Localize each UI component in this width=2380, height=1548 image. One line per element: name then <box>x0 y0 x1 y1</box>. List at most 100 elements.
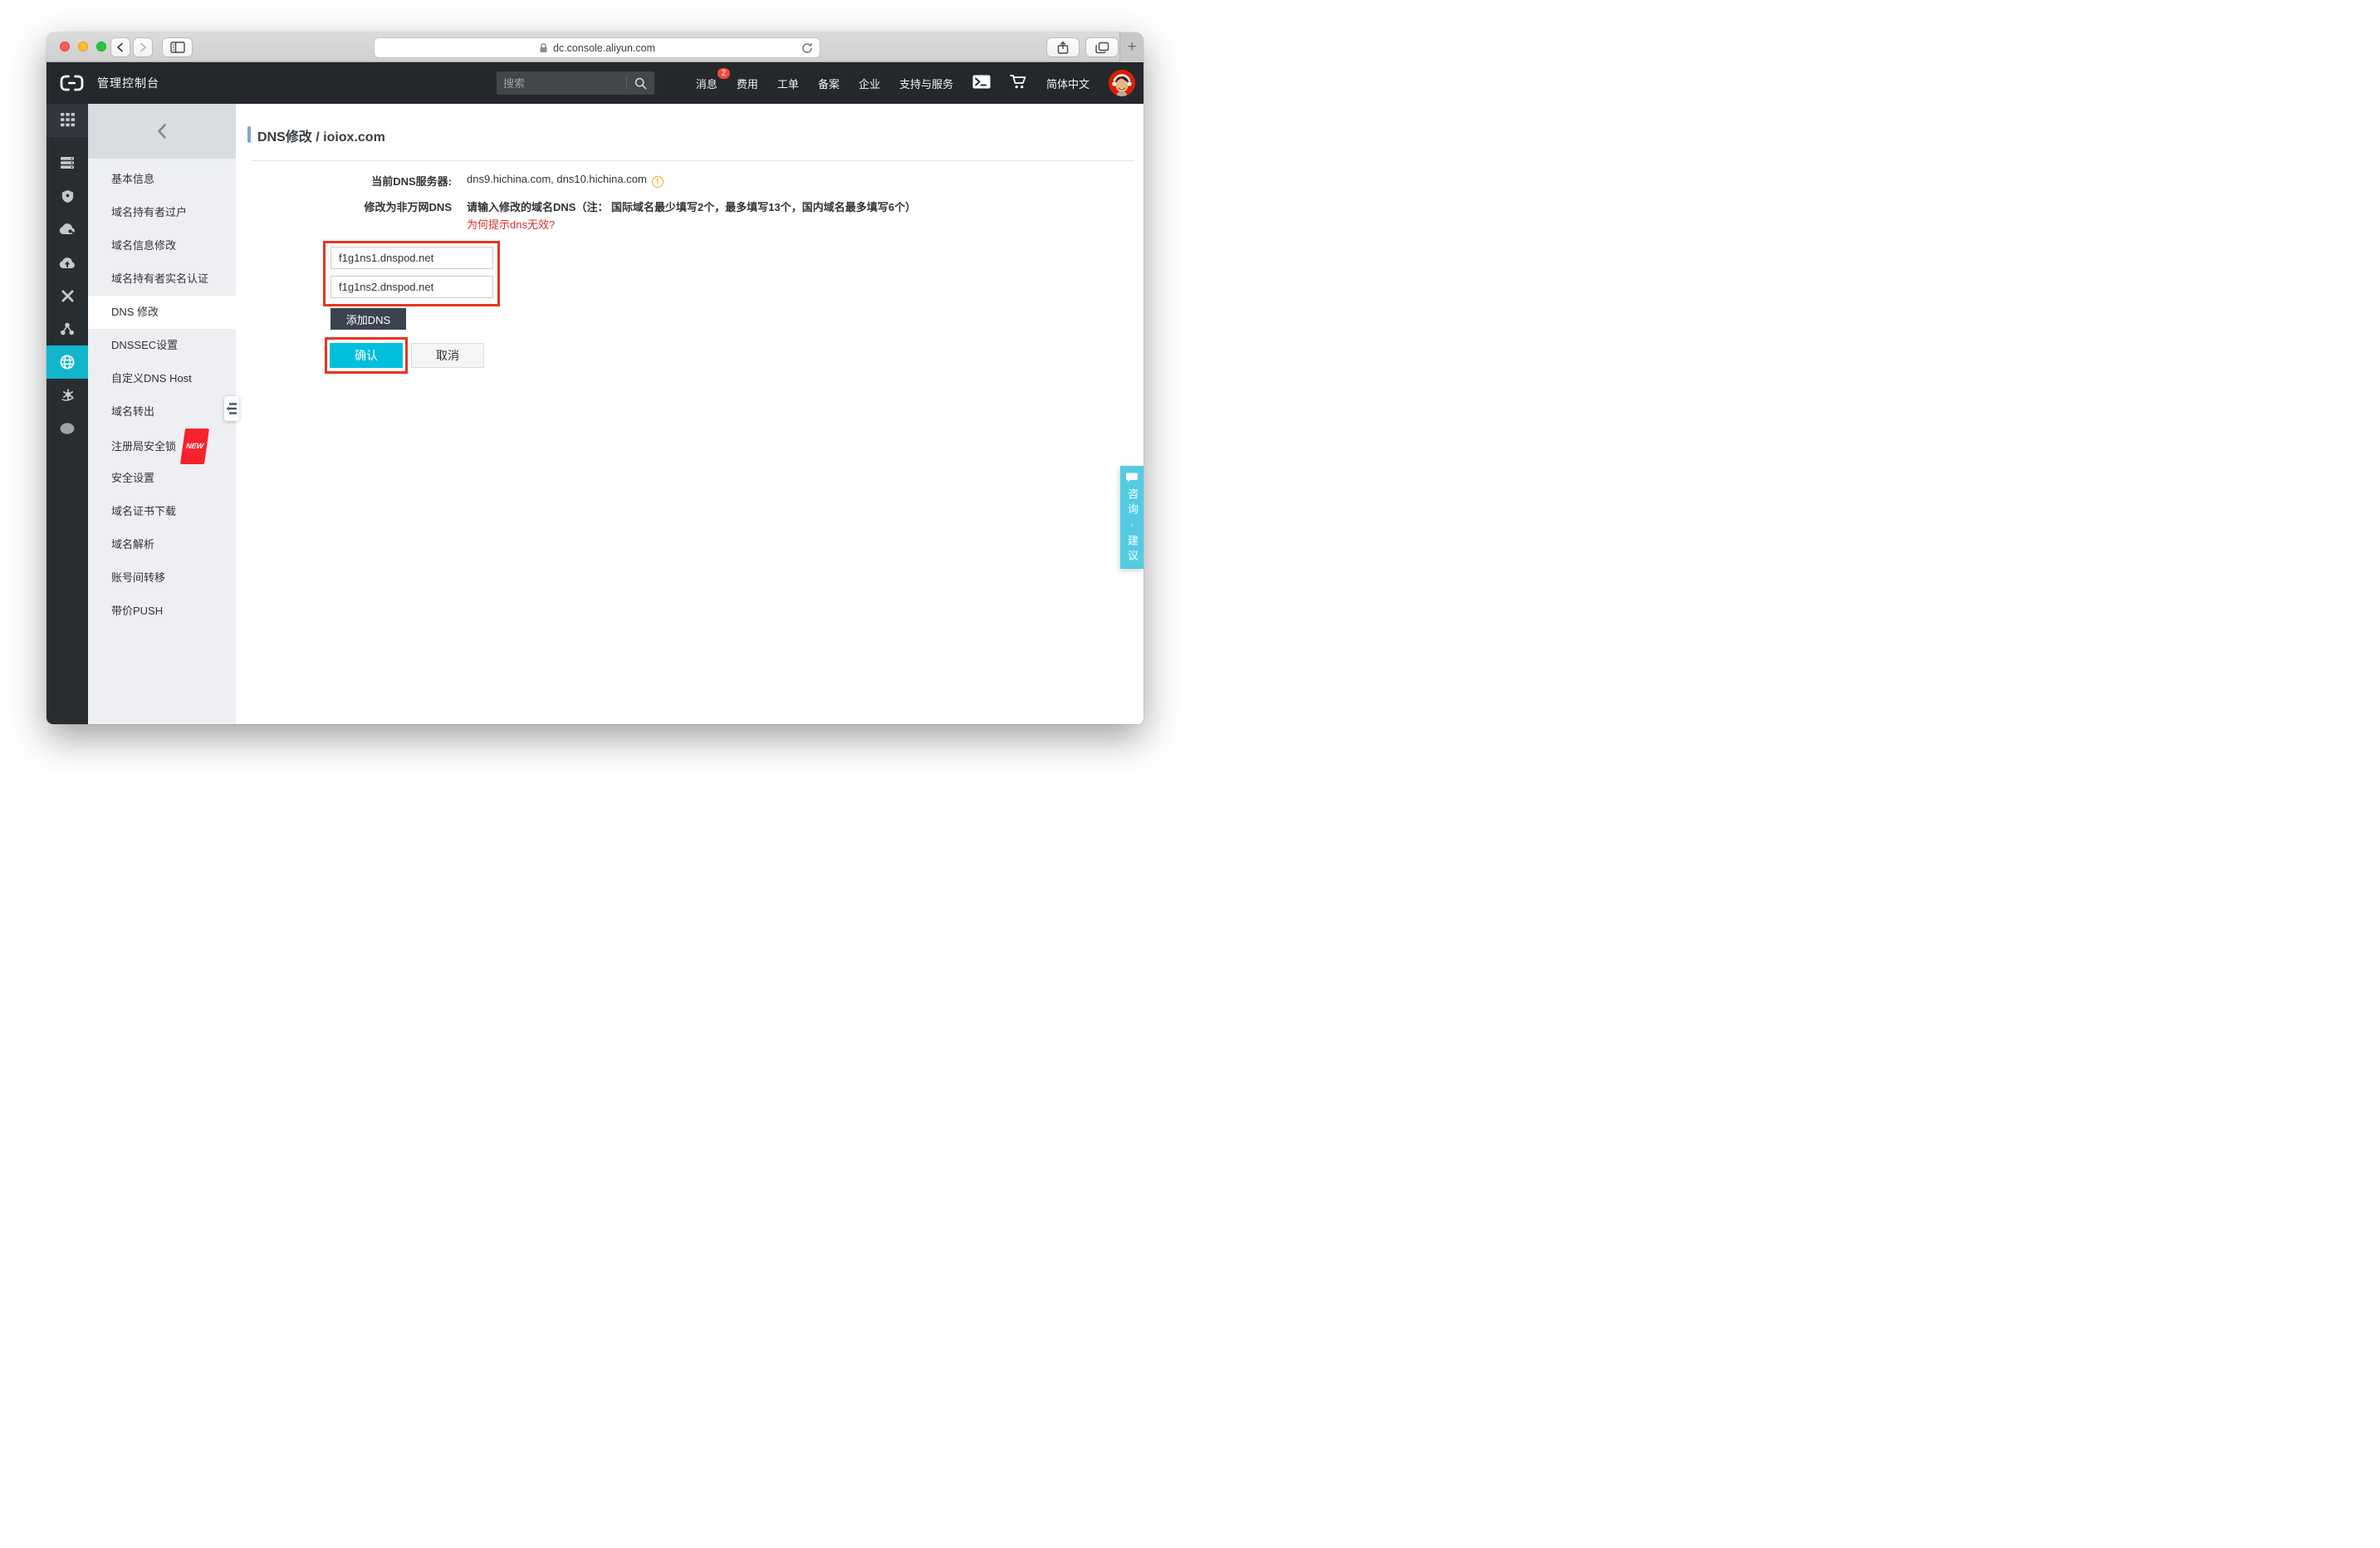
sidebar-item-basic-info[interactable]: 基本信息 <box>88 163 236 196</box>
nav-support[interactable]: 支持与服务 <box>899 76 953 91</box>
sidebar-panel-icon <box>170 42 185 53</box>
rail-item-ecs[interactable] <box>47 146 88 179</box>
nav-tickets[interactable]: 工单 <box>777 76 799 91</box>
dns-input-2[interactable] <box>331 276 493 298</box>
cross-nodes-icon <box>61 289 75 303</box>
dns-modify-panel: DNS修改 / ioiox.com 当前DNS服务器: dns9.hichina… <box>236 104 1143 724</box>
dns-input-1[interactable] <box>331 247 493 269</box>
share-button[interactable] <box>1046 37 1080 57</box>
sidebar-item-custom-dns-host[interactable]: 自定义DNS Host <box>88 362 236 395</box>
lock-icon <box>539 42 548 53</box>
sidebar-item-dns-resolve[interactable]: 域名解析 <box>88 528 236 561</box>
new-badge: NEW <box>180 429 209 464</box>
consult-tab-label: 咨询·建议 <box>1120 488 1143 565</box>
sidebar-item-dnssec[interactable]: DNSSEC设置 <box>88 329 236 362</box>
forward-button[interactable] <box>133 37 153 57</box>
aliyun-logo-icon <box>60 74 84 92</box>
sidebar-collapse-header[interactable] <box>88 104 236 159</box>
rail-item-apps[interactable] <box>47 104 88 137</box>
browser-titlebar: dc.console.aliyun.com + <box>47 32 1143 62</box>
sidebar-item-registry-lock[interactable]: 注册局安全锁NEW <box>88 429 236 462</box>
share-icon <box>1056 41 1070 55</box>
dns-instruction: 请输入修改的域名DNS（注： 国际域名最少填写2个，最多填写13个，国内域名最多… <box>467 198 916 214</box>
sidebar-collapse-handle[interactable] <box>224 396 239 421</box>
url-text: dc.console.aliyun.com <box>553 42 655 54</box>
add-dns-button[interactable]: 添加DNS <box>331 308 406 330</box>
server-list-icon <box>60 156 75 169</box>
tabs-icon <box>1095 42 1109 54</box>
sidebar-item-security-settings[interactable]: 安全设置 <box>88 462 236 495</box>
rail-item-storage[interactable] <box>47 213 88 246</box>
cloudshell-icon[interactable] <box>972 75 991 91</box>
cloud-storage-icon <box>59 223 76 235</box>
cancel-button[interactable]: 取消 <box>411 343 484 368</box>
console-search[interactable] <box>497 71 654 95</box>
page-title: DNS修改 / ioiox.com <box>257 125 385 145</box>
search-input[interactable] <box>497 77 626 90</box>
cart-icon[interactable] <box>1010 74 1027 92</box>
cloud-upload-icon <box>59 257 76 269</box>
console-topnav: 管理控制台 消息 2 费用 工单 备案 <box>47 62 1143 104</box>
minimize-window-button[interactable] <box>78 42 88 51</box>
invalid-dns-help-link[interactable]: 为何提示dns无效? <box>467 216 555 232</box>
gear-cloud-icon <box>60 389 75 402</box>
nav-messages[interactable]: 消息 2 <box>696 76 717 91</box>
sidebar-item-real-name[interactable]: 域名持有者实名认证 <box>88 262 236 296</box>
console-title: 管理控制台 <box>97 75 159 91</box>
current-dns-label: 当前DNS服务器: <box>236 173 452 189</box>
user-circle-icon <box>60 423 75 434</box>
address-bar[interactable]: dc.console.aliyun.com <box>374 37 820 58</box>
sidebar-item-push-with-price[interactable]: 带价PUSH <box>88 595 236 628</box>
nav-billing[interactable]: 费用 <box>737 76 758 91</box>
rail-item-network[interactable] <box>47 279 88 312</box>
sidebar-menu: 基本信息 域名持有者过户 域名信息修改 域名持有者实名认证 DNS 修改 DNS… <box>88 159 236 628</box>
sidebar-item-cert-download[interactable]: 域名证书下载 <box>88 495 236 528</box>
header-divider <box>251 160 1134 161</box>
confirm-button[interactable]: 确认 <box>330 343 403 368</box>
chevron-right-icon <box>137 42 149 53</box>
rail-item-cluster[interactable] <box>47 312 88 345</box>
search-icon[interactable] <box>627 76 654 91</box>
rail-item-cdn[interactable] <box>47 246 88 279</box>
rail-item-domains[interactable] <box>47 345 88 379</box>
desktop: dc.console.aliyun.com + <box>0 0 1190 774</box>
current-dns-value: dns9.hichina.com, dns10.hichina.com! <box>467 173 664 188</box>
rail-item-services[interactable] <box>47 379 88 412</box>
brand: 管理控制台 <box>60 74 159 92</box>
chevron-left-icon <box>155 123 169 140</box>
back-button[interactable] <box>110 37 130 57</box>
shield-icon <box>61 189 75 203</box>
title-accent-bar <box>247 126 251 143</box>
refresh-icon[interactable] <box>801 42 814 55</box>
rail-item-profile[interactable] <box>47 412 88 445</box>
consult-feedback-tab[interactable]: 咨询·建议 <box>1120 466 1143 569</box>
sidebar-item-info-modify[interactable]: 域名信息修改 <box>88 229 236 262</box>
new-tab-button[interactable]: + <box>1119 32 1143 62</box>
globe-icon <box>59 354 76 370</box>
sidebar-toggle-button[interactable] <box>162 37 193 57</box>
sidebar-item-transfer-out[interactable]: 域名转出 <box>88 395 236 429</box>
warning-icon[interactable]: ! <box>652 176 664 188</box>
product-icon-rail <box>47 104 88 724</box>
avatar[interactable] <box>1109 70 1135 96</box>
maximize-window-button[interactable] <box>96 42 106 51</box>
rail-item-security[interactable] <box>47 179 88 213</box>
close-window-button[interactable] <box>60 42 70 51</box>
sidebar-item-account-transfer[interactable]: 账号间转移 <box>88 561 236 595</box>
sidebar-item-dns-modify[interactable]: DNS 修改 <box>88 296 236 329</box>
message-count-badge: 2 <box>717 68 730 79</box>
modify-dns-label: 修改为非万网DNS <box>236 198 452 214</box>
safari-window: dc.console.aliyun.com + <box>47 32 1143 724</box>
nav-icp[interactable]: 备案 <box>818 76 840 91</box>
sidebar-item-holder-transfer[interactable]: 域名持有者过户 <box>88 196 236 229</box>
collapse-lines-icon <box>226 401 238 416</box>
apps-grid-icon <box>61 113 75 127</box>
domain-sidebar: 基本信息 域名持有者过户 域名信息修改 域名持有者实名认证 DNS 修改 DNS… <box>88 104 236 724</box>
cluster-nodes-icon <box>60 322 75 336</box>
nav-enterprise[interactable]: 企业 <box>859 76 880 91</box>
show-tabs-button[interactable] <box>1085 37 1119 57</box>
nav-language[interactable]: 简体中文 <box>1046 76 1090 91</box>
topnav-right: 消息 2 费用 工单 备案 企业 支持与服务 <box>696 62 1135 104</box>
chat-bubble-icon <box>1125 473 1139 483</box>
console-body: 基本信息 域名持有者过户 域名信息修改 域名持有者实名认证 DNS 修改 DNS… <box>47 104 1143 724</box>
